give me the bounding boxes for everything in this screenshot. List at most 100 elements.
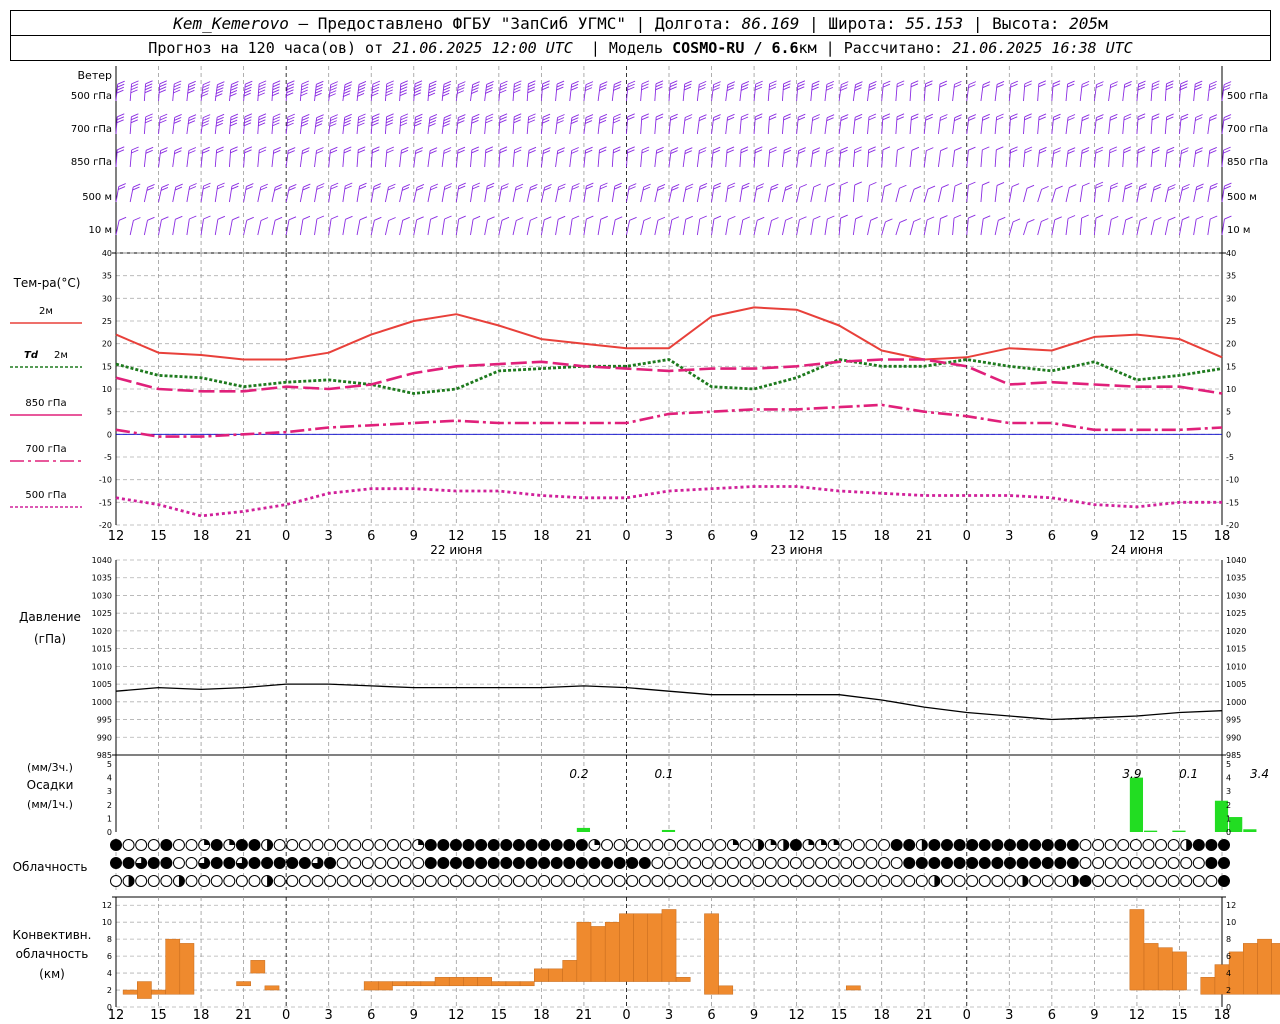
wind-barb-feather: [670, 113, 678, 118]
wind-barb-feather: [712, 117, 721, 122]
wind-barb-feather: [175, 183, 183, 188]
cloud-cover-fill: [1054, 839, 1066, 851]
time-tick: 9: [1090, 529, 1098, 544]
cloud-cover-circle: [764, 875, 777, 887]
wind-barb-feather: [202, 81, 211, 86]
wind-barb-feather: [542, 83, 550, 88]
conv-title-2: облачность: [16, 947, 89, 961]
cloud-cover-circle: [1129, 839, 1142, 851]
cloud-cover-fill: [463, 857, 475, 869]
wind-barb-feather: [345, 182, 353, 187]
wind-barb-feather: [1224, 215, 1232, 220]
cloud-cover-circle: [399, 839, 412, 851]
wind-barb-staff: [540, 187, 546, 203]
wind-barb-feather: [257, 122, 266, 127]
wind-barb-feather: [158, 89, 167, 94]
wind-barb-feather: [385, 122, 393, 127]
wind-barb-feather: [145, 113, 153, 118]
cloud-cover-fill: [1067, 839, 1079, 851]
wind-barb-feather: [258, 119, 266, 124]
wind-barb-feather: [358, 84, 366, 88]
wind-barb-feather: [556, 80, 565, 85]
wind-barb-feather: [1081, 214, 1089, 219]
conv-cloud-bar: [590, 926, 606, 982]
cloud-cover-circle: [827, 857, 840, 869]
cloud-cover-circle: [840, 857, 853, 869]
wind-barb-feather: [897, 146, 905, 151]
wind-barb-staff: [1164, 220, 1169, 236]
conv-cloud-bar: [1228, 951, 1244, 995]
prec-unit-3h: (мм/3ч.): [27, 761, 73, 774]
wind-barb-feather: [258, 149, 267, 154]
wind-barb-feather: [131, 83, 139, 88]
cloud-cover-circle: [399, 857, 412, 869]
wind-barb-staff: [994, 220, 999, 236]
cloud-cover-fill: [576, 857, 588, 869]
wind-barb-feather: [216, 185, 225, 190]
wind-barb-feather: [641, 83, 649, 88]
wind-barb-feather: [982, 81, 991, 86]
cloud-title: Облачность: [13, 860, 88, 874]
wind-barb-feather: [147, 184, 155, 188]
wind-barb-feather: [798, 147, 806, 152]
time-tick: 18: [1214, 529, 1231, 544]
wind-barb-feather: [727, 182, 736, 187]
wind-barb-feather: [982, 181, 990, 186]
cloud-cover-circle: [374, 839, 387, 851]
conv-cloud-bar: [548, 968, 563, 982]
wind-barb-feather: [499, 119, 507, 124]
conv-ytick-right: 6: [1226, 952, 1231, 961]
wind-barb-feather: [1026, 184, 1035, 189]
wind-barb-feather: [1039, 146, 1047, 151]
wind-barb-feather: [386, 116, 394, 121]
wind-level-label-right: 500 м: [1227, 192, 1257, 203]
wind-barb-feather: [499, 146, 508, 151]
wind-barb-feather: [657, 184, 666, 188]
wind-barb-feather: [1139, 216, 1148, 221]
wind-barb-feather: [1052, 80, 1061, 85]
wind-barb-feather: [500, 80, 508, 85]
wind-barb-staff: [1150, 220, 1155, 236]
wind-barb-feather: [840, 117, 848, 121]
wind-barb-feather: [544, 183, 552, 188]
pres-ytick-right: 1035: [1226, 574, 1246, 583]
wind-barb-feather: [755, 80, 763, 85]
wind-barb-feather: [655, 116, 664, 121]
wind-barb-feather: [840, 146, 849, 151]
wind-barb-feather: [317, 183, 325, 187]
wind-barb-feather: [982, 146, 990, 151]
wind-barb-feather: [372, 113, 380, 118]
cloud-cover-circle: [1167, 857, 1180, 869]
wind-barb-feather: [1209, 114, 1218, 119]
wind-barb-feather: [471, 119, 479, 124]
wind-barb-feather: [571, 215, 580, 220]
wind-barb-feather: [656, 146, 664, 151]
cloud-cover-circle: [1155, 875, 1168, 887]
cloud-cover-circle: [1167, 839, 1180, 851]
conv-ytick: 10: [102, 918, 112, 927]
wind-barb-feather: [1223, 146, 1231, 151]
wind-barb-feather: [1012, 218, 1021, 223]
wind-barb-feather: [1151, 86, 1159, 91]
wind-barb-feather: [1209, 83, 1217, 88]
cloud-cover-circle: [966, 875, 979, 887]
wind-barb-feather: [968, 81, 977, 86]
wind-barb-staff: [186, 218, 190, 236]
wind-barb-staff: [753, 186, 758, 203]
wind-barb-feather: [400, 149, 409, 154]
wind-barb-feather: [528, 80, 536, 85]
wind-barb-feather: [585, 146, 593, 151]
wind-barb-feather: [910, 116, 919, 121]
time-tick-bottom: 0: [622, 1008, 630, 1023]
wind-barb-feather: [629, 183, 637, 188]
cloud-cover-fill: [211, 857, 223, 869]
wind-barb-staff: [228, 219, 233, 236]
wind-barb-feather: [1180, 83, 1188, 88]
wind-barb-staff: [952, 150, 956, 168]
cloud-cover-circle: [286, 839, 299, 851]
wind-barb-staff: [498, 186, 503, 203]
wind-barb-feather: [485, 119, 493, 124]
wind-barb-feather: [1067, 80, 1075, 85]
wind-barb-feather: [188, 80, 196, 85]
wind-barb-feather: [1209, 80, 1217, 85]
